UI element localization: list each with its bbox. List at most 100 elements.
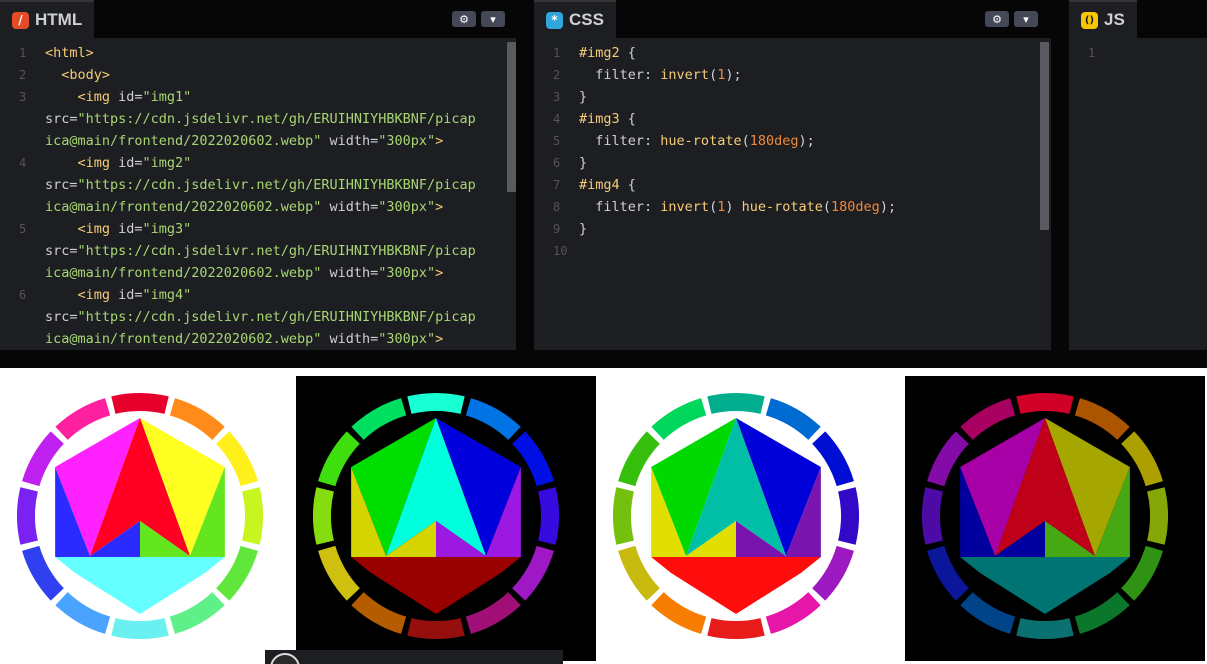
line-number: 8	[553, 200, 561, 214]
code-token: width=	[321, 199, 379, 215]
code-token: "https://cdn.jsdelivr.net/gh/ERUIHNIYHBK…	[77, 309, 476, 325]
html-code[interactable]: 1 <html> 2 <body> 3 <img id="img1" src="http…	[0, 41, 516, 350]
code-token: 180deg	[749, 133, 799, 149]
chevron-down-icon[interactable]: ▾	[481, 11, 505, 27]
code-line: ica@main/frontend/2022020602.webp" width…	[45, 262, 443, 284]
html-editor-panel[interactable]: / HTML ⚙ ▾ 1 <html> 2 <body> 3 <img id="img…	[0, 0, 516, 350]
line-number: 7	[553, 178, 561, 192]
code-token: "img3"	[142, 221, 192, 237]
code-token: width=	[321, 265, 379, 281]
code-line: <html>	[45, 42, 94, 64]
code-token: (	[741, 133, 750, 149]
code-token: {	[627, 111, 636, 127]
css-scrollbar[interactable]	[1040, 42, 1049, 230]
code-line: ica@main/frontend/2022020602.webp" width…	[45, 196, 443, 218]
code-token: {	[627, 45, 636, 61]
line-number: 4	[19, 156, 27, 170]
html-tab-label: HTML	[35, 10, 83, 29]
code-token: filter	[579, 199, 645, 215]
color-ring-segment	[838, 487, 859, 545]
code-line: src="https://cdn.jsdelivr.net/gh/ERUIHNI…	[45, 108, 476, 130]
code-token: <body>	[45, 67, 111, 83]
code-token: 180deg	[831, 199, 880, 215]
code-token: id=	[118, 221, 143, 237]
code-token: width=	[321, 133, 379, 149]
preview-image-4	[905, 376, 1205, 661]
line-number: 2	[553, 68, 561, 82]
code-token: "img1"	[142, 89, 192, 105]
html-scrollbar[interactable]	[507, 42, 516, 192]
code-line: <body>	[45, 64, 110, 86]
code-line: <img id="img4"	[45, 284, 192, 306]
code-token: <img	[45, 221, 119, 237]
code-line: filter: invert(1) hue-rotate(180deg);	[579, 196, 896, 218]
js-code[interactable]: 1	[1069, 41, 1207, 350]
css-tab-label: CSS	[569, 10, 604, 29]
line-number: 4	[553, 112, 561, 126]
preview-resize-bar[interactable]	[0, 350, 1207, 368]
code-token: id=	[118, 155, 143, 171]
line-number: 5	[19, 222, 27, 236]
code-token: :	[644, 199, 661, 215]
chevron-down-icon[interactable]: ▾	[1014, 11, 1038, 27]
code-token: (	[709, 67, 718, 83]
code-token: >	[435, 331, 444, 347]
code-token: id=	[118, 89, 143, 105]
html-tab[interactable]: / HTML	[0, 0, 95, 38]
preview-image-3	[596, 376, 896, 661]
line-number	[0, 328, 34, 350]
gear-icon[interactable]: ⚙	[452, 11, 476, 27]
braces-icon: ()	[1081, 11, 1098, 29]
code-token: src=	[45, 177, 78, 193]
code-token: id=	[118, 287, 143, 303]
js-editor-panel[interactable]: () JS 1	[1069, 0, 1207, 350]
code-line: src="https://cdn.jsdelivr.net/gh/ERUIHNI…	[45, 306, 476, 328]
line-number: 2	[19, 68, 27, 82]
code-token: ica@main/frontend/2022020602.webp"	[45, 133, 322, 149]
code-token: #img3	[579, 111, 628, 127]
line-number	[0, 174, 34, 196]
line-number	[0, 262, 34, 284]
code-token: );	[879, 199, 897, 215]
line-number	[0, 130, 34, 152]
color-ring-segment	[313, 487, 334, 545]
gear-icon[interactable]: ⚙	[985, 11, 1009, 27]
code-token: "300px"	[378, 133, 436, 149]
js-tab-label: JS	[1104, 10, 1125, 29]
color-ring-segment	[707, 618, 765, 639]
color-ring-segment	[538, 487, 559, 545]
line-number	[0, 240, 34, 262]
code-token: <img	[45, 287, 119, 303]
code-token: "300px"	[378, 331, 436, 347]
code-token: )	[725, 199, 742, 215]
css-editor-panel[interactable]: * CSS ⚙ ▾ 1 #img2 {2 filter: invert(1); 3}…	[534, 0, 1051, 350]
js-panel-header: () JS	[1069, 0, 1207, 38]
code-token: hue-rotate	[741, 199, 823, 215]
code-token: "img2"	[142, 155, 192, 171]
code-token: <img	[45, 89, 119, 105]
code-line: #img2 {	[579, 42, 636, 64]
code-token: #img4	[579, 177, 628, 193]
color-ring-segment	[17, 487, 38, 545]
code-line: ica@main/frontend/2022020602.webp" width…	[45, 130, 443, 152]
line-number: 10	[553, 244, 568, 258]
color-ring-segment	[407, 618, 465, 639]
code-token: <img	[45, 155, 119, 171]
code-token: ica@main/frontend/2022020602.webp"	[45, 331, 322, 347]
css-tab[interactable]: * CSS	[534, 0, 616, 38]
code-line: #img4 {	[579, 174, 636, 196]
css-code[interactable]: 1 #img2 {2 filter: invert(1); 3} 4 #img3 {5 …	[534, 41, 1051, 350]
code-token: "300px"	[378, 265, 436, 281]
line-number	[0, 108, 34, 130]
code-token: invert	[660, 67, 710, 83]
code-token: "https://cdn.jsdelivr.net/gh/ERUIHNIYHBK…	[77, 111, 476, 127]
line-number: 1	[19, 46, 27, 60]
code-token: :	[644, 133, 661, 149]
color-ring-segment	[1016, 618, 1074, 639]
js-tab[interactable]: () JS	[1069, 0, 1137, 38]
preview-image-2	[296, 376, 596, 661]
code-token: }	[579, 155, 588, 171]
line-number: 1	[553, 46, 561, 60]
code-token: ica@main/frontend/2022020602.webp"	[45, 265, 322, 281]
line-number: 3	[553, 90, 561, 104]
